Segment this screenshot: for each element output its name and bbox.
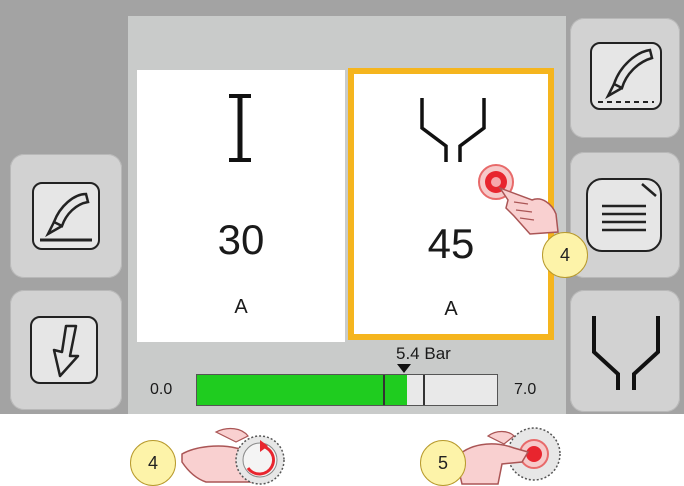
document-icon <box>586 178 662 252</box>
nozzle-symbol-icon <box>420 98 486 162</box>
hand-press-icon <box>478 164 559 235</box>
pressure-max-label: 7.0 <box>514 381 537 398</box>
welding-torch-icon <box>32 182 100 250</box>
callout-badge-knob-turn: 4 <box>130 440 176 486</box>
pressure-marker-icon <box>397 364 411 373</box>
left-button-torch[interactable] <box>10 154 122 278</box>
current-value: 30 <box>217 216 265 263</box>
pressure-tick <box>423 375 425 405</box>
callout-badge-knob-press: 5 <box>420 440 466 486</box>
callout-badge-panel: 4 <box>542 232 588 278</box>
nozzle-icon <box>592 316 660 390</box>
pressure-value-label: 5.4 Bar <box>396 344 451 363</box>
torch-gas-icon <box>590 42 662 110</box>
angle-unit: A <box>444 298 458 320</box>
current-unit: A <box>234 296 248 318</box>
current-symbol-icon <box>229 94 251 162</box>
right-button-nozzle[interactable] <box>570 290 680 412</box>
pressure-min-label: 0.0 <box>150 381 173 398</box>
pressure-tick <box>383 375 385 405</box>
hand-press-knob-icon <box>455 427 561 485</box>
current-panel[interactable]: 30 A <box>137 70 345 342</box>
down-arrow-icon <box>30 316 98 384</box>
display-screen: 30 A 45 A 0.0 5.4 Bar 7.0 <box>0 0 684 414</box>
pressure-bar-fill <box>197 375 407 405</box>
left-button-down[interactable] <box>10 290 122 410</box>
hand-turn-knob-icon <box>181 427 285 485</box>
pressure-bar <box>196 374 498 406</box>
right-button-torch[interactable] <box>570 18 680 138</box>
